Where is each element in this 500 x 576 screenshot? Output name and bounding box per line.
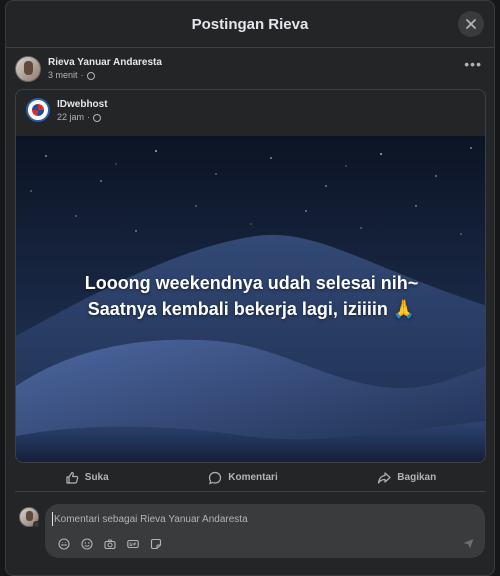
avatar-status-icon [33, 521, 40, 528]
like-label: Suka [84, 472, 109, 483]
author-avatar[interactable] [15, 56, 41, 82]
send-icon [463, 539, 474, 549]
shared-post-time[interactable]: 22 jam [57, 111, 84, 124]
like-button[interactable]: Suka [55, 467, 119, 489]
page-logo-icon [32, 104, 44, 116]
more-options-button[interactable]: ••• [464, 57, 482, 71]
author-block: Rieva Yanuar Andaresta 3 menit · [48, 56, 162, 82]
author-name[interactable]: Rieva Yanuar Andaresta [48, 56, 162, 69]
comment-box [45, 504, 485, 558]
shared-post-meta: 22 jam · [57, 111, 108, 124]
comment-input[interactable] [52, 512, 472, 526]
caption-line-1: Looong weekendnya udah selesai nih~ [84, 273, 419, 293]
globe-icon [93, 113, 102, 122]
comment-icon [209, 471, 222, 484]
close-icon [466, 19, 476, 29]
page-name[interactable]: IDwebhost [57, 98, 108, 111]
camera-icon[interactable] [103, 537, 116, 550]
avatar-sticker-icon[interactable] [57, 537, 70, 550]
gif-icon[interactable] [126, 537, 139, 550]
post-modal: Postingan Rieva Rieva Yanuar Andaresta 3… [5, 0, 495, 576]
post-header: Rieva Yanuar Andaresta 3 menit · ••• [6, 48, 494, 88]
post-image-caption: Looong weekendnya udah selesai nih~ Saat… [16, 270, 485, 322]
share-icon [378, 471, 391, 484]
caption-line-2: Saatnya kembali bekerja lagi, iziiiin 🙏 [87, 299, 416, 319]
close-button[interactable] [458, 11, 484, 37]
comment-label: Komentari [228, 472, 278, 483]
modal-title: Postingan Rieva [191, 15, 309, 33]
page-avatar[interactable] [26, 98, 50, 122]
modal-header: Postingan Rieva [6, 1, 494, 48]
post-time[interactable]: 3 menit [48, 69, 78, 82]
post-meta: 3 menit · [48, 69, 162, 82]
share-label: Bagikan [397, 472, 437, 483]
share-button[interactable]: Bagikan [367, 467, 446, 489]
send-button[interactable] [462, 537, 475, 550]
post-actions: Suka Komentari Bagikan [15, 464, 486, 492]
emoji-icon[interactable] [80, 537, 93, 550]
comment-button[interactable]: Komentari [198, 467, 287, 489]
thumbs-up-icon [66, 471, 79, 484]
post-image[interactable]: Looong weekendnya udah selesai nih~ Saat… [16, 136, 485, 462]
page-block: IDwebhost 22 jam · [57, 98, 108, 124]
globe-icon [86, 71, 95, 80]
comment-tools [57, 537, 162, 550]
comment-composer [15, 504, 486, 559]
sticker-icon[interactable] [149, 537, 162, 550]
shared-post: IDwebhost 22 jam · Looong weekendnya uda… [15, 89, 486, 463]
shared-post-header: IDwebhost 22 jam · [16, 90, 485, 136]
